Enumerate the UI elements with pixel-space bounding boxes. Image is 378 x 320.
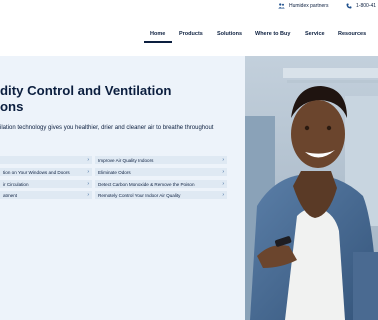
hero-title-line-2: ons: [0, 99, 24, 114]
nav-active-indicator: [144, 41, 172, 43]
feature-label: Detect Carbon Monoxide & Remove the Pois…: [98, 181, 195, 187]
chevron-right-icon: ›: [87, 192, 89, 198]
nav-where-to-buy[interactable]: Where to Buy: [255, 31, 290, 37]
hero-title-line-1: dity Control and Ventilation: [0, 83, 172, 98]
hero-title: dity Control and Ventilation ons: [0, 83, 171, 115]
feature-link[interactable]: ›: [0, 156, 92, 164]
nav-home[interactable]: Home: [150, 31, 165, 37]
feature-link[interactable]: tion on Your Windows and Doors ›: [0, 168, 92, 176]
chevron-right-icon: ›: [222, 157, 224, 163]
feature-label: Eliminate Odors: [98, 169, 131, 175]
phone-icon: [346, 3, 352, 9]
nav-service[interactable]: Service: [305, 31, 325, 37]
feature-link[interactable]: ir Circulation ›: [0, 180, 92, 188]
feature-label: Improve Air Quality Indoors: [98, 157, 154, 163]
chevron-right-icon: ›: [87, 169, 89, 175]
partners-label: Humidex partners: [289, 3, 329, 9]
hero-description: ilation technology gives you healthier, …: [0, 124, 213, 133]
chevron-right-icon: ›: [87, 157, 89, 163]
feature-link[interactable]: Detect Carbon Monoxide & Remove the Pois…: [95, 180, 227, 188]
feature-link[interactable]: Remotely Control Your Indoor Air Quality…: [95, 191, 227, 199]
feature-label: ir Circulation: [3, 181, 29, 187]
hero-section: dity Control and Ventilation ons ilation…: [0, 56, 378, 320]
main-nav: Home Products Solutions Where to Buy Ser…: [0, 14, 378, 56]
chevron-right-icon: ›: [222, 169, 224, 175]
feature-label: Remotely Control Your Indoor Air Quality: [98, 192, 181, 198]
chevron-right-icon: ›: [222, 181, 224, 187]
top-bar: Humidex partners 1-800-41: [0, 0, 378, 14]
feature-label: tion on Your Windows and Doors: [3, 169, 70, 175]
chevron-right-icon: ›: [222, 192, 224, 198]
feature-link[interactable]: Improve Air Quality Indoors ›: [95, 156, 227, 164]
feature-link[interactable]: atment ›: [0, 191, 92, 199]
nav-solutions[interactable]: Solutions: [217, 31, 242, 37]
hero-text-panel: dity Control and Ventilation ons ilation…: [0, 56, 245, 320]
phone-link[interactable]: 1-800-41: [346, 3, 376, 9]
partners-link[interactable]: Humidex partners: [278, 3, 328, 9]
nav-products[interactable]: Products: [179, 31, 203, 37]
nav-resources[interactable]: Resources: [338, 31, 366, 37]
phone-number: 1-800-41: [356, 3, 377, 9]
smiling-man-photo: [245, 56, 378, 320]
people-icon: [278, 3, 285, 9]
hero-description-line-1: ilation technology gives you healthier, …: [0, 125, 214, 131]
feature-link[interactable]: Eliminate Odors ›: [95, 168, 227, 176]
chevron-right-icon: ›: [87, 181, 89, 187]
hero-photo: [245, 56, 378, 320]
feature-label: atment: [3, 192, 18, 198]
